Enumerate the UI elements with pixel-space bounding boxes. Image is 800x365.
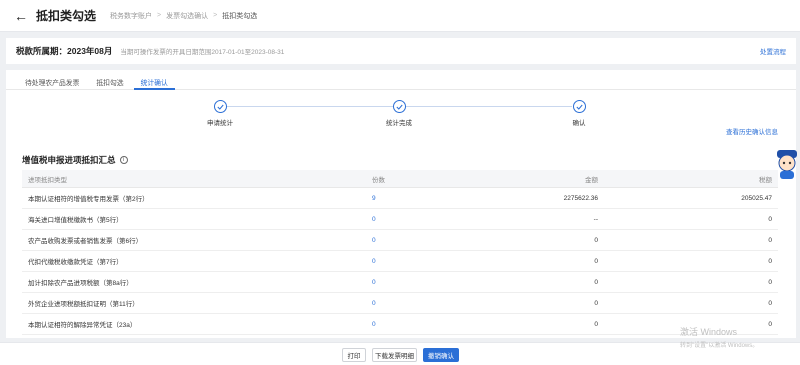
- step-confirm: 确认: [549, 100, 609, 127]
- page-header: ← 抵扣类勾选 税务数字账户 > 发票勾选确认 > 抵扣类勾选: [0, 0, 800, 32]
- tab-deduction-select[interactable]: 抵扣勾选: [89, 70, 130, 90]
- table-row: 本期认证相符的增值税专用发票（第2行） 9 2275622.36 205025.47: [22, 188, 778, 209]
- step-complete: 统计完成: [369, 100, 429, 127]
- cell-count-link[interactable]: 0: [302, 237, 402, 244]
- progress-steps: 申请统计 统计完成 确认: [6, 90, 796, 142]
- breadcrumb-separator: >: [157, 12, 162, 19]
- cell-amount: --: [593, 215, 598, 223]
- table-row: 本期认证相符的解除异常凭证（23a） 0 0 0: [22, 314, 778, 335]
- cell-amount: 0: [594, 257, 598, 265]
- watermark-line-2: 转到"设置"以激活 Windows。: [680, 343, 759, 349]
- cell-amount: 0: [594, 299, 598, 307]
- cell-type: 加计扣除农产品进项税额（第8a行）: [28, 280, 133, 287]
- tax-period-bar: 税款所属期： 2023年08月 当期可操作发票的开具日期范围2017-01-01…: [6, 38, 796, 64]
- breadcrumb: 税务数字账户 > 发票勾选确认 > 抵扣类勾选: [110, 11, 257, 21]
- tab-pending-agricultural[interactable]: 待处理农产品发票: [18, 70, 86, 90]
- cell-count-link[interactable]: 0: [302, 258, 402, 265]
- page-title: 抵扣类勾选: [36, 9, 97, 23]
- cell-tax: 0: [768, 278, 772, 286]
- breadcrumb-item[interactable]: 税务数字账户: [110, 11, 152, 21]
- cell-tax: 0: [768, 215, 772, 223]
- main-panel: 待处理农产品发票 抵扣勾选 统计确认 申请统计 统计完成 确认 查看历史确认信息…: [6, 70, 796, 338]
- table-row: 代扣代缴税收缴款凭证（第7行） 0 0 0: [22, 251, 778, 272]
- cell-type: 农产品收购发票或者销售发票（第6行）: [28, 238, 143, 245]
- table-row: 海关进口增值税缴款书（第5行） 0 -- 0: [22, 209, 778, 230]
- arrow-left-icon[interactable]: ←: [14, 9, 28, 23]
- cell-count-link[interactable]: 9: [302, 195, 402, 202]
- cell-type: 外贸企业进项税额抵扣证明（第11行）: [28, 301, 139, 308]
- cell-amount: 0: [594, 320, 598, 328]
- section-title-text: 增值税申报进项抵扣汇总: [22, 155, 116, 165]
- column-header-type: 进项抵扣类型: [28, 176, 67, 184]
- cell-tax: 205025.47: [741, 194, 772, 202]
- breadcrumb-separator: >: [213, 12, 218, 19]
- download-invoice-details-button[interactable]: 下载发票明细: [372, 348, 417, 362]
- tax-period-label: 税款所属期：: [16, 46, 68, 56]
- cell-count-link[interactable]: 0: [302, 216, 402, 223]
- cell-count-link[interactable]: 0: [302, 279, 402, 286]
- info-circle-icon[interactable]: i: [119, 156, 128, 164]
- check-icon: [572, 100, 586, 113]
- table-body: 本期认证相符的增值税专用发票（第2行） 9 2275622.36 205025.47 海…: [22, 188, 778, 335]
- breadcrumb-current: 抵扣类勾选: [222, 12, 258, 20]
- table-header: 进项抵扣类型 份数 金额 税额: [22, 170, 778, 188]
- check-icon: [392, 100, 406, 113]
- cell-type: 本期认证相符的解除异常凭证（23a）: [28, 322, 137, 329]
- history-confirm-link[interactable]: 查看历史确认信息: [726, 126, 778, 136]
- cell-tax: 0: [768, 236, 772, 244]
- check-icon: [213, 100, 227, 113]
- column-header-tax: 税额: [759, 176, 772, 184]
- cell-count-link[interactable]: 0: [302, 321, 402, 328]
- column-header-count: 份数: [372, 176, 385, 184]
- table-row: 农产品收购发票或者销售发票（第6行） 0 0 0: [22, 230, 778, 251]
- date-range-hint: 当期可操作发票的开具日期范围2017-01-01至2023-08-31: [120, 49, 285, 56]
- step-label: 统计完成: [386, 120, 412, 127]
- assistant-mascot-icon[interactable]: [776, 148, 798, 180]
- watermark-line-1: 激活 Windows: [680, 327, 738, 337]
- tab-statistics-confirm[interactable]: 统计确认: [133, 70, 175, 90]
- print-button[interactable]: 打印: [342, 348, 366, 362]
- revoke-confirm-button[interactable]: 撤销确认: [423, 348, 459, 362]
- process-flow-link[interactable]: 处置流程: [760, 46, 786, 56]
- breadcrumb-item[interactable]: 发票勾选确认: [166, 11, 208, 21]
- section-title: 增值税申报进项抵扣汇总 i: [22, 154, 128, 166]
- cell-type: 代扣代缴税收缴款凭证（第7行）: [28, 259, 123, 266]
- cell-type: 海关进口增值税缴款书（第5行）: [28, 217, 123, 224]
- cell-count-link[interactable]: 0: [302, 300, 402, 307]
- step-connector: [406, 106, 572, 107]
- cell-tax: 0: [768, 299, 772, 307]
- step-label: 申请统计: [207, 120, 233, 127]
- cell-tax: 0: [768, 257, 772, 265]
- cell-type: 本期认证相符的增值税专用发票（第2行）: [28, 196, 149, 203]
- deduction-summary-table: 进项抵扣类型 份数 金额 税额 本期认证相符的增值税专用发票（第2行） 9 2275…: [22, 170, 778, 335]
- step-apply: 申请统计: [190, 100, 250, 127]
- table-row: 外贸企业进项税额抵扣证明（第11行） 0 0 0: [22, 293, 778, 314]
- windows-activation-watermark: 激活 Windows 转到"设置"以激活 Windows。: [680, 325, 758, 349]
- tab-bar: 待处理农产品发票 抵扣勾选 统计确认: [6, 70, 796, 90]
- step-label: 确认: [572, 120, 586, 127]
- table-row: 加计扣除农产品进项税额（第8a行） 0 0 0: [22, 272, 778, 293]
- cell-amount: 0: [594, 236, 598, 244]
- tax-period-value: 2023年08月: [67, 46, 113, 56]
- column-header-amount: 金额: [585, 176, 598, 184]
- cell-amount: 0: [594, 278, 598, 286]
- cell-amount: 2275622.36: [563, 194, 598, 202]
